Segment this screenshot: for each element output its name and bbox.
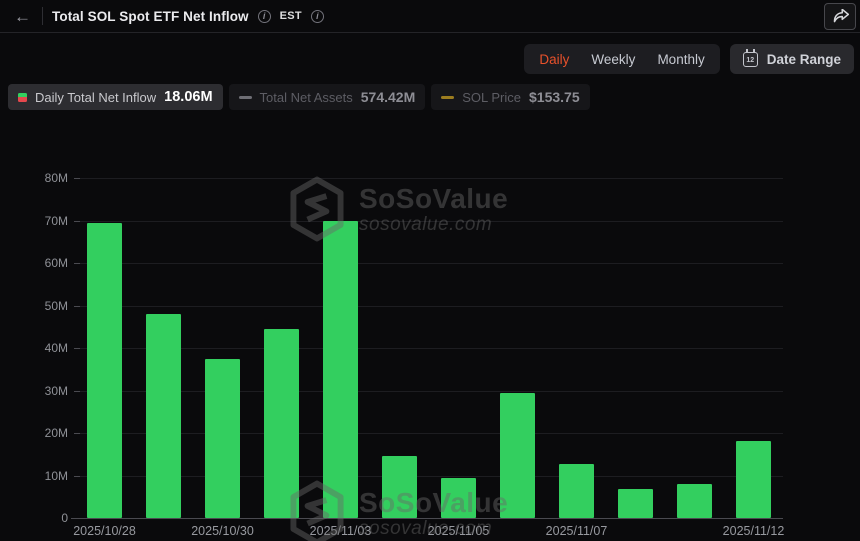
- tab-monthly[interactable]: Monthly: [657, 52, 704, 67]
- gridline: [75, 348, 783, 349]
- gridline: [75, 221, 783, 222]
- y-axis-tick: [74, 221, 80, 222]
- interval-tabs: Daily Weekly Monthly: [524, 44, 719, 74]
- legend-label: SOL Price: [462, 90, 521, 105]
- page-title: Total SOL Spot ETF Net Inflow: [52, 9, 249, 24]
- chart-bar[interactable]: [559, 464, 594, 518]
- date-range-button[interactable]: 12 Date Range: [730, 44, 854, 74]
- legend-value: $153.75: [529, 89, 580, 105]
- y-axis-label: 70M: [0, 214, 68, 228]
- legend-item-total-net-assets[interactable]: Total Net Assets 574.42M: [229, 84, 426, 110]
- date-range-label: Date Range: [767, 52, 841, 67]
- x-axis-label: 2025/10/28: [50, 524, 160, 538]
- gridline: [75, 433, 783, 434]
- y-axis-tick: [74, 306, 80, 307]
- y-axis-tick: [74, 263, 80, 264]
- chart-bar[interactable]: [264, 329, 299, 518]
- gridline: [75, 178, 783, 179]
- gridline: [75, 391, 783, 392]
- y-axis-label: 10M: [0, 469, 68, 483]
- tab-daily[interactable]: Daily: [539, 52, 569, 67]
- y-axis-label: 80M: [0, 171, 68, 185]
- y-axis-tick: [74, 348, 80, 349]
- x-axis-line: [71, 518, 783, 519]
- calendar-day: 12: [746, 56, 754, 66]
- tab-weekly[interactable]: Weekly: [591, 52, 635, 67]
- back-button[interactable]: ←: [12, 8, 33, 25]
- y-axis-tick: [74, 391, 80, 392]
- chart-bar[interactable]: [677, 484, 712, 518]
- chart-bar[interactable]: [87, 223, 122, 518]
- x-axis-label: 2025/11/07: [522, 524, 632, 538]
- y-axis-tick: [74, 476, 80, 477]
- chart-bar[interactable]: [205, 359, 240, 518]
- toolbar: Daily Weekly Monthly 12 Date Range: [0, 44, 860, 74]
- share-button[interactable]: [824, 3, 856, 30]
- chart-bar[interactable]: [146, 314, 181, 518]
- legend-value: 18.06M: [164, 89, 212, 105]
- y-axis-tick: [74, 433, 80, 434]
- legend-label: Daily Total Net Inflow: [35, 90, 156, 105]
- header-divider: [42, 7, 43, 25]
- gridline: [75, 306, 783, 307]
- share-icon: [832, 9, 849, 24]
- y-axis-label: 40M: [0, 341, 68, 355]
- chart-bar[interactable]: [618, 489, 653, 518]
- header: ← Total SOL Spot ETF Net Inflow i EST i: [0, 0, 860, 33]
- gridline: [75, 476, 783, 477]
- gridline: [75, 263, 783, 264]
- x-axis-label: 2025/10/30: [168, 524, 278, 538]
- line-series-icon: [239, 96, 252, 99]
- y-axis-label: 60M: [0, 256, 68, 270]
- candle-icon: [18, 93, 27, 102]
- chart-bar[interactable]: [500, 393, 535, 518]
- legend: Daily Total Net Inflow 18.06M Total Net …: [8, 84, 860, 110]
- legend-value: 574.42M: [361, 89, 415, 105]
- y-axis-label: 50M: [0, 299, 68, 313]
- legend-item-daily-net-inflow[interactable]: Daily Total Net Inflow 18.06M: [8, 84, 223, 110]
- timezone-label: EST: [280, 10, 302, 22]
- y-axis-tick: [74, 178, 80, 179]
- y-axis-label: 30M: [0, 384, 68, 398]
- x-axis-label: 2025/11/12: [699, 524, 809, 538]
- legend-item-sol-price[interactable]: SOL Price $153.75: [431, 84, 589, 110]
- info-icon[interactable]: i: [258, 10, 271, 23]
- calendar-icon: 12: [743, 52, 758, 67]
- y-axis-label: 20M: [0, 426, 68, 440]
- chart-bar[interactable]: [441, 478, 476, 518]
- x-axis-label: 2025/11/05: [404, 524, 514, 538]
- y-axis-label: 0: [0, 511, 68, 525]
- chart-bar[interactable]: [323, 221, 358, 519]
- line-series-icon: [441, 96, 454, 99]
- chart-bar[interactable]: [382, 456, 417, 518]
- chart-bar[interactable]: [736, 441, 771, 518]
- legend-label: Total Net Assets: [260, 90, 353, 105]
- x-axis-label: 2025/11/03: [286, 524, 396, 538]
- info-icon[interactable]: i: [311, 10, 324, 23]
